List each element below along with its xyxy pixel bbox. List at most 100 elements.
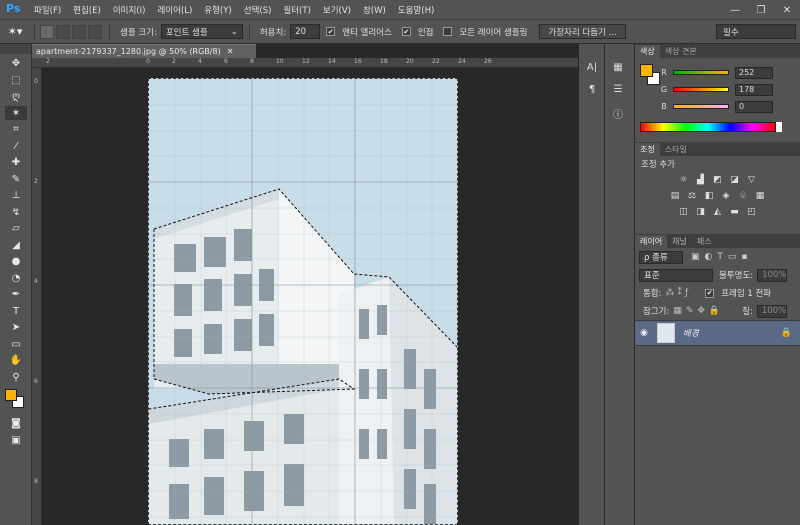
magic-wand-tool-icon[interactable]: ✶ bbox=[5, 106, 27, 120]
intersect-selection-icon[interactable] bbox=[88, 24, 102, 39]
tolerance-input[interactable]: 20 bbox=[290, 24, 321, 39]
eye-icon[interactable]: ◉ bbox=[635, 328, 653, 338]
menu-type[interactable]: 유형(Y) bbox=[204, 4, 231, 16]
actions-panel-icon[interactable]: ☰ bbox=[609, 84, 627, 98]
stamp-tool-icon[interactable]: ⊥ bbox=[5, 189, 27, 203]
blend-mode-select[interactable]: 표준 bbox=[639, 268, 713, 282]
color-spectrum-bar[interactable] bbox=[640, 122, 776, 132]
close-icon[interactable]: ✕ bbox=[774, 0, 800, 20]
marquee-tool-icon[interactable]: ⬚ bbox=[5, 73, 27, 87]
selective-color-icon[interactable]: ◰ bbox=[746, 207, 758, 218]
hand-tool-icon[interactable]: ✋ bbox=[5, 354, 27, 368]
pen-tool-icon[interactable]: ✒ bbox=[5, 288, 27, 302]
layer-row-background[interactable]: ◉ 배경 🔒 bbox=[635, 320, 800, 346]
menu-layer[interactable]: 레이어(L) bbox=[157, 4, 192, 16]
eyedropper-tool-icon[interactable]: ⁄ bbox=[5, 139, 27, 153]
brightness-icon[interactable]: ☼ bbox=[678, 175, 690, 186]
menu-window[interactable]: 창(W) bbox=[363, 4, 386, 16]
lock-icons[interactable]: ▦✎✥🔒 bbox=[673, 306, 724, 316]
antialias-checkbox[interactable]: ✔ bbox=[326, 27, 336, 36]
r-slider[interactable] bbox=[673, 70, 729, 75]
all-layers-checkbox[interactable] bbox=[443, 27, 453, 36]
color-balance-icon[interactable]: ⚖ bbox=[686, 191, 698, 202]
black-white-icon[interactable]: ◧ bbox=[703, 191, 715, 202]
invert-icon[interactable]: ◫ bbox=[678, 207, 690, 218]
layer-filter-select[interactable]: ρ 종류 bbox=[639, 250, 683, 264]
maximize-icon[interactable]: ❐ bbox=[748, 0, 774, 20]
color-lookup-icon[interactable]: ▦ bbox=[754, 191, 766, 202]
r-value-input[interactable]: 252 bbox=[735, 66, 773, 79]
menu-image[interactable]: 이미지(I) bbox=[113, 4, 146, 16]
levels-icon[interactable]: ▟ bbox=[695, 175, 707, 186]
subtract-selection-icon[interactable] bbox=[72, 24, 86, 39]
eraser-tool-icon[interactable]: ▱ bbox=[5, 222, 27, 236]
contiguous-checkbox[interactable]: ✔ bbox=[401, 27, 411, 36]
opacity-input[interactable]: 100% bbox=[757, 268, 788, 282]
contiguous-label: 인접 bbox=[417, 27, 434, 38]
menu-filter[interactable]: 필터(T) bbox=[283, 4, 310, 16]
healing-brush-icon[interactable]: ✚ bbox=[5, 156, 27, 170]
refine-edge-button[interactable]: 가장자리 다듬기 ... bbox=[539, 24, 626, 39]
add-selection-icon[interactable] bbox=[56, 24, 70, 39]
ruler-tick: 16 bbox=[354, 58, 362, 65]
menu-view[interactable]: 보기(V) bbox=[323, 4, 351, 16]
paragraph-panel-icon[interactable]: ¶ bbox=[583, 84, 601, 98]
menu-file[interactable]: 파일(F) bbox=[34, 4, 61, 16]
type-tool-icon[interactable]: T bbox=[5, 304, 27, 318]
screen-mode-icon[interactable]: ▣ bbox=[5, 433, 27, 447]
vibrance-icon[interactable]: ▽ bbox=[746, 175, 758, 186]
blur-tool-icon[interactable]: ● bbox=[5, 255, 27, 269]
tab-channels[interactable]: 채널 bbox=[667, 235, 692, 248]
minimize-icon[interactable]: — bbox=[722, 0, 748, 20]
new-selection-icon[interactable] bbox=[40, 24, 54, 39]
tab-color[interactable]: 색상 bbox=[635, 45, 660, 58]
menu-help[interactable]: 도움말(H) bbox=[398, 4, 434, 16]
layer-name[interactable]: 배경 bbox=[683, 327, 699, 339]
unify-icons[interactable]: ⁂⁑ƒ bbox=[666, 288, 692, 298]
tab-layers[interactable]: 레이어 bbox=[635, 235, 668, 248]
gradient-map-icon[interactable]: ▬ bbox=[729, 207, 741, 218]
b-value-input[interactable]: 0 bbox=[735, 100, 773, 113]
dodge-tool-icon[interactable]: ◔ bbox=[5, 271, 27, 285]
color-swatches[interactable] bbox=[0, 386, 31, 414]
g-slider[interactable] bbox=[673, 87, 729, 92]
frame-propagate-checkbox[interactable]: ✔ bbox=[705, 288, 715, 298]
workspace-select[interactable]: 필수 bbox=[716, 24, 796, 39]
layer-filter-icons[interactable]: ▣◐T▭▪ bbox=[691, 252, 752, 262]
threshold-icon[interactable]: ◭ bbox=[712, 207, 724, 218]
tab-paths[interactable]: 패스 bbox=[692, 235, 717, 248]
tab-adjustments[interactable]: 조정 bbox=[635, 143, 660, 156]
b-slider[interactable] bbox=[673, 104, 729, 109]
close-tab-icon[interactable]: ✕ bbox=[227, 47, 234, 56]
shape-tool-icon[interactable]: ▭ bbox=[5, 337, 27, 351]
photo-filter-icon[interactable]: ◈ bbox=[720, 191, 732, 202]
foreground-color-swatch[interactable] bbox=[5, 389, 17, 401]
hue-saturation-icon[interactable]: ▤ bbox=[669, 191, 681, 202]
move-tool-icon[interactable]: ✥ bbox=[5, 57, 27, 71]
info-panel-icon[interactable]: ⓘ bbox=[609, 106, 627, 121]
path-select-icon[interactable]: ➤ bbox=[5, 321, 27, 335]
menu-select[interactable]: 선택(S) bbox=[244, 4, 272, 16]
g-value-input[interactable]: 178 bbox=[735, 83, 773, 96]
tab-swatches[interactable]: 색상 견본 bbox=[660, 45, 702, 58]
sample-size-select[interactable]: 포인트 샘플 ⌄ bbox=[160, 24, 243, 39]
curves-icon[interactable]: ◩ bbox=[712, 175, 724, 186]
zoom-tool-icon[interactable]: ⚲ bbox=[5, 370, 27, 384]
history-brush-icon[interactable]: ↯ bbox=[5, 205, 27, 219]
posterize-icon[interactable]: ◨ bbox=[695, 207, 707, 218]
document-canvas[interactable] bbox=[148, 78, 458, 525]
character-panel-icon[interactable]: A| bbox=[583, 62, 601, 76]
menu-edit[interactable]: 편집(E) bbox=[73, 4, 101, 16]
lasso-tool-icon[interactable]: ღ bbox=[5, 90, 27, 104]
quick-mask-icon[interactable]: ◙ bbox=[5, 417, 27, 431]
tab-styles[interactable]: 스타일 bbox=[660, 143, 692, 156]
document-tab[interactable]: apartment-2179337_1280.jpg @ 50% (RGB/8)… bbox=[32, 44, 256, 58]
exposure-icon[interactable]: ◪ bbox=[729, 175, 741, 186]
fill-input[interactable]: 100% bbox=[756, 304, 787, 318]
history-panel-icon[interactable]: ▦ bbox=[609, 62, 627, 76]
paint-bucket-icon[interactable]: ◢ bbox=[5, 238, 27, 252]
crop-tool-icon[interactable]: ⌗ bbox=[5, 123, 27, 137]
brush-tool-icon[interactable]: ✎ bbox=[5, 172, 27, 186]
magic-wand-preset-icon[interactable]: ✶▾ bbox=[0, 25, 30, 38]
channel-mixer-icon[interactable]: ♧ bbox=[737, 191, 749, 202]
